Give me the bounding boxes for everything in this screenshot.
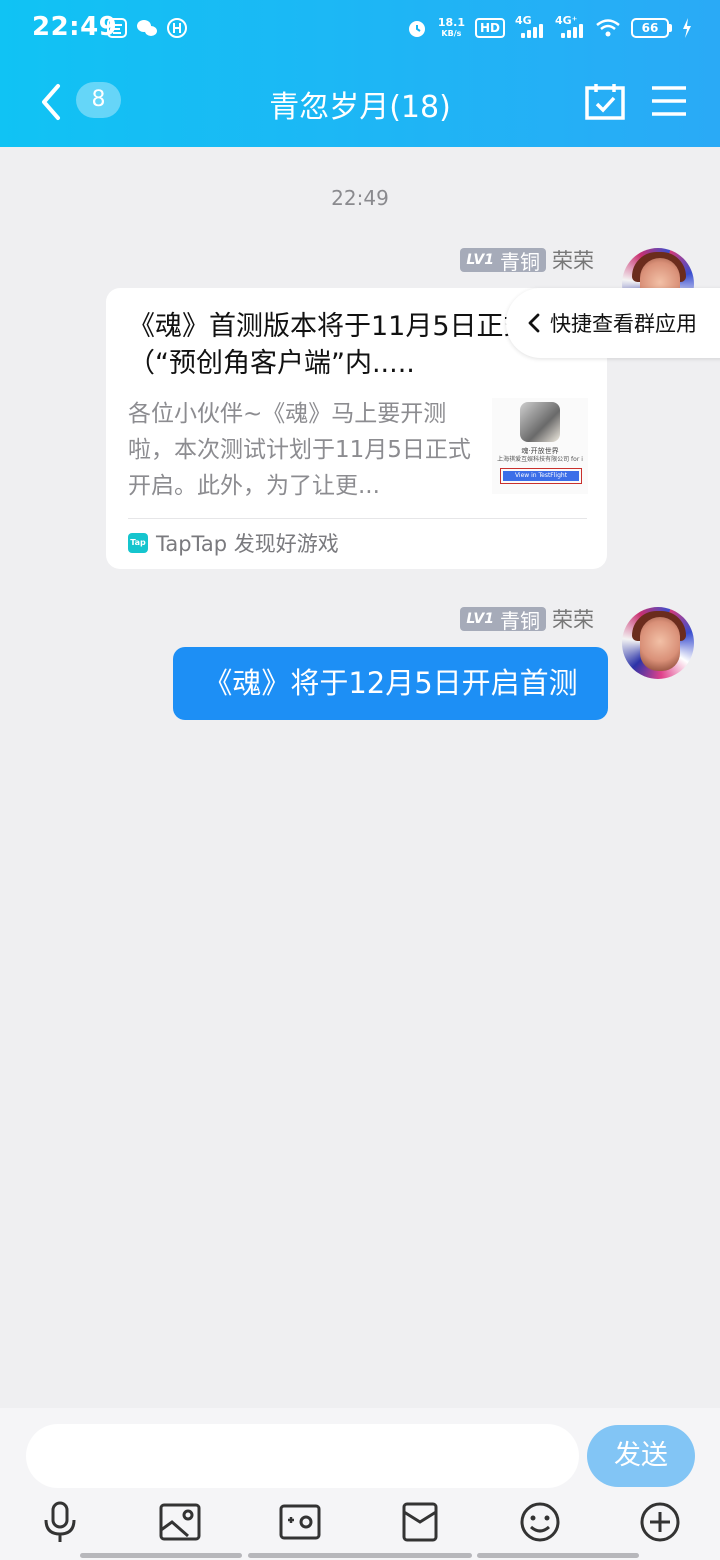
nav-gesture-bar (80, 1553, 242, 1558)
hd-badge: HD (474, 18, 505, 38)
plus-icon[interactable] (638, 1500, 682, 1544)
calendar-check-icon[interactable] (584, 82, 626, 122)
input-bar: 发送 (0, 1408, 720, 1560)
status-right-group: 18.1 KB/s HD 4G 4G⁺ 66 (406, 12, 692, 44)
taptap-icon: Tap (128, 533, 148, 553)
network-speed: 18.1 KB/s (437, 16, 465, 38)
emoji-icon[interactable] (518, 1500, 562, 1544)
wifi-icon (596, 19, 620, 37)
signal-2-icon: 4G⁺ (555, 14, 585, 38)
game-icon (520, 402, 560, 442)
sender-name[interactable]: 荣荣 (552, 245, 594, 275)
status-bar: 22:49 18.1 KB/s HD 4G 4G⁺ 66 (0, 0, 720, 56)
message-input[interactable] (26, 1424, 579, 1488)
card-thumbnail: 魂·开放世界 上海祺爱互娱科技有限公司 for i View in TestFl… (492, 398, 588, 494)
message-bubble[interactable]: 《魂》将于12月5日开启首测 (173, 647, 608, 720)
alarm-icon (408, 21, 425, 37)
accessibility-icon (167, 18, 187, 38)
nav-gesture-bar (477, 1553, 639, 1558)
nav-gesture-bar (248, 1553, 472, 1558)
avatar[interactable] (622, 607, 694, 679)
send-button[interactable]: 发送 (587, 1425, 695, 1487)
camera-icon[interactable] (278, 1500, 322, 1544)
chevron-left-icon (528, 313, 540, 333)
quick-group-apps-button[interactable]: 快捷查看群应用 (506, 288, 720, 358)
app-icon (107, 18, 127, 38)
testflight-button-image: View in TestFlight (500, 468, 582, 484)
card-source: Tap TapTap 发现好游戏 (128, 528, 339, 558)
card-divider (128, 518, 587, 519)
charging-icon (683, 18, 691, 38)
input-toolbar (0, 1500, 720, 1550)
battery-icon: 66 (631, 18, 672, 38)
image-icon[interactable] (158, 1500, 202, 1544)
wechat-icon (137, 20, 157, 36)
signal-1-icon: 4G (515, 14, 545, 38)
battery-level: 66 (631, 18, 669, 38)
nav-bar: 8 青忽岁月(18) (0, 56, 720, 147)
app-header: 22:49 18.1 KB/s HD 4G 4G⁺ 66 8 青忽岁月(18) (0, 0, 720, 147)
red-packet-icon[interactable] (398, 1500, 442, 1544)
chat-timestamp: 22:49 (331, 186, 389, 210)
status-time: 22:49 (32, 12, 118, 42)
level-badge: LV1 青铜 (460, 607, 546, 633)
microphone-icon[interactable] (38, 1500, 82, 1544)
sender-name[interactable]: 荣荣 (552, 604, 594, 634)
sender-info: LV1 青铜 荣荣 (460, 246, 594, 274)
sender-info: LV1 青铜 荣荣 (460, 605, 594, 633)
card-description: 各位小伙伴~《魂》马上要开测啦，本次测试计划于11月5日正式开启。此外，为了让更… (128, 401, 471, 499)
menu-icon[interactable] (650, 84, 688, 118)
level-badge: LV1 青铜 (460, 248, 546, 274)
